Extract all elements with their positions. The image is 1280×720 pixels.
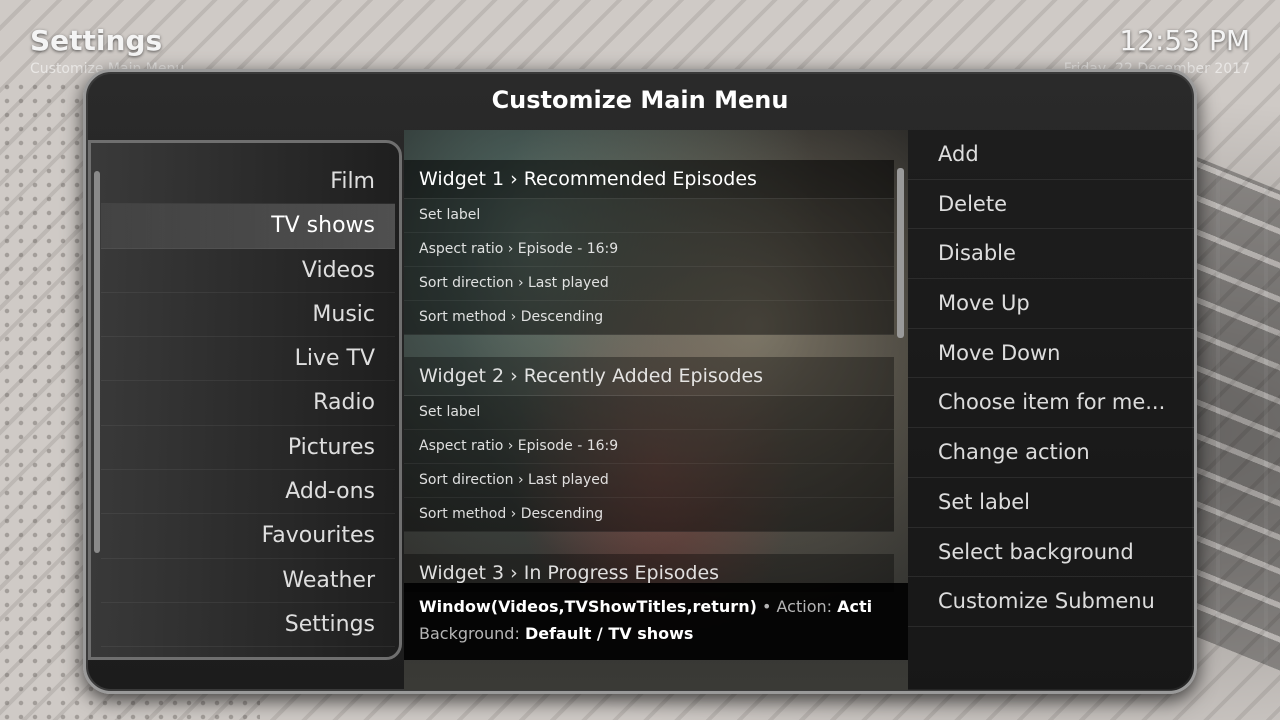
widget-2-set-label[interactable]: Set label [404, 396, 894, 430]
widget-2-aspect-ratio[interactable]: Aspect ratio › Episode - 16:9 [404, 430, 894, 464]
item-info-panel: Window(Videos,TVShowTitles,return) • Act… [404, 583, 908, 660]
widget-1-header[interactable]: Widget 1 › Recommended Episodes [404, 160, 894, 199]
info-action-label: Action: [776, 597, 833, 616]
move-up-button[interactable]: Move Up [908, 279, 1194, 329]
menu-item-add-ons[interactable]: Add-ons [101, 470, 395, 515]
info-path: Window(Videos,TVShowTitles,return) [419, 597, 757, 616]
menu-item-tv-shows[interactable]: TV shows [101, 204, 395, 249]
menu-items-list: Film TV shows Videos Music Live TV Radio… [88, 140, 402, 660]
choose-item-button[interactable]: Choose item for me... [908, 378, 1194, 429]
widget-2-sort-direction[interactable]: Sort direction › Last played [404, 464, 894, 498]
widget-1-aspect-ratio[interactable]: Aspect ratio › Episode - 16:9 [404, 233, 894, 267]
nav-scrollbar[interactable] [94, 171, 100, 553]
widgets-scrollbar[interactable] [897, 168, 904, 338]
widget-1-set-label[interactable]: Set label [404, 199, 894, 233]
customize-dialog: Customize Main Menu Film TV shows Videos… [83, 69, 1197, 694]
dialog-body: Film TV shows Videos Music Live TV Radio… [86, 130, 1194, 690]
dialog-title: Customize Main Menu [491, 86, 789, 114]
add-button[interactable]: Add [908, 130, 1194, 180]
menu-item-videos[interactable]: Videos [101, 249, 395, 293]
menu-item-settings[interactable]: Settings [101, 603, 395, 648]
move-down-button[interactable]: Move Down [908, 329, 1194, 379]
widget-2-header[interactable]: Widget 2 › Recently Added Episodes [404, 357, 894, 396]
disable-button[interactable]: Disable [908, 229, 1194, 280]
menu-item-pictures[interactable]: Pictures [101, 426, 395, 471]
menu-item-live-tv[interactable]: Live TV [101, 337, 395, 382]
set-label-button[interactable]: Set label [908, 478, 1194, 528]
clock: 12:53 PM [1119, 24, 1250, 57]
widget-1-sort-direction[interactable]: Sort direction › Last played [404, 267, 894, 301]
menu-item-film[interactable]: Film [101, 160, 395, 205]
menu-item-favourites[interactable]: Favourites [101, 514, 395, 559]
delete-button[interactable]: Delete [908, 180, 1194, 230]
menu-item-weather[interactable]: Weather [101, 559, 395, 603]
info-background-label: Background: [419, 624, 520, 643]
info-action-value: Acti [837, 597, 873, 616]
change-action-button[interactable]: Change action [908, 428, 1194, 478]
widget-1-sort-method[interactable]: Sort method › Descending [404, 301, 894, 335]
select-background-button[interactable]: Select background [908, 528, 1194, 578]
info-background-value: Default / TV shows [524, 624, 694, 643]
widgets-panel: Widget 1 › Recommended Episodes Set labe… [404, 130, 908, 690]
widget-2-sort-method[interactable]: Sort method › Descending [404, 498, 894, 532]
actions-list: Add Delete Disable Move Up Move Down Cho… [908, 130, 1194, 690]
menu-item-music[interactable]: Music [101, 293, 395, 338]
page-title: Settings [30, 24, 163, 57]
menu-item-radio[interactable]: Radio [101, 381, 395, 426]
customize-submenu-button[interactable]: Customize Submenu [908, 577, 1194, 627]
info-separator: • [761, 597, 772, 616]
